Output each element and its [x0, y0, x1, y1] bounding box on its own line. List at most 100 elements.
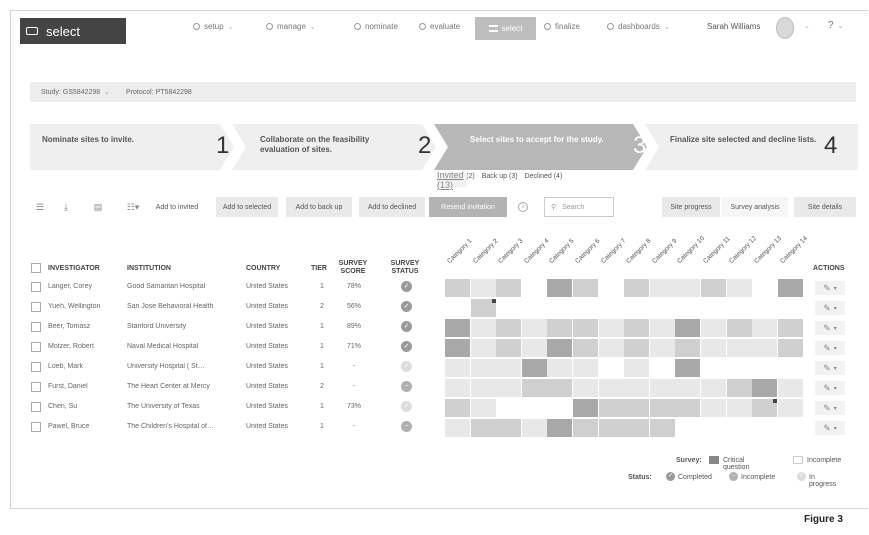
- row-checkbox[interactable]: [31, 382, 41, 392]
- investigator-name[interactable]: Motzer, Robert: [48, 343, 126, 350]
- survey-cell[interactable]: [624, 419, 650, 437]
- survey-cell[interactable]: [445, 379, 470, 397]
- tab-declined[interactable]: Declined (4): [525, 173, 563, 180]
- survey-cell[interactable]: [598, 339, 624, 357]
- nav-evaluate[interactable]: evaluate: [419, 22, 460, 31]
- survey-cell[interactable]: [573, 299, 598, 317]
- survey-cell[interactable]: [675, 399, 701, 417]
- investigator-name[interactable]: Pawel, Bruce: [48, 423, 126, 430]
- survey-cell[interactable]: [624, 379, 650, 397]
- survey-cell[interactable]: [624, 339, 650, 357]
- survey-cell[interactable]: [470, 299, 496, 317]
- survey-cell[interactable]: [701, 319, 726, 337]
- survey-cell[interactable]: [598, 299, 624, 317]
- survey-cell[interactable]: [521, 359, 547, 377]
- row-checkbox[interactable]: [31, 342, 41, 352]
- survey-cell[interactable]: [470, 419, 496, 437]
- survey-cell[interactable]: [573, 379, 598, 397]
- investigator-name[interactable]: Chen, Su: [48, 403, 126, 410]
- survey-cell[interactable]: [726, 379, 752, 397]
- survey-cell[interactable]: [726, 319, 752, 337]
- survey-cell[interactable]: [573, 399, 598, 417]
- row-actions-button[interactable]: ✎ ▾: [815, 381, 845, 395]
- nav-select[interactable]: select: [475, 17, 536, 40]
- survey-cell[interactable]: [521, 379, 547, 397]
- survey-cell[interactable]: [777, 419, 803, 437]
- survey-cell[interactable]: [675, 279, 701, 297]
- user-menu[interactable]: Sarah Williams: [707, 22, 760, 31]
- survey-cell[interactable]: [649, 399, 675, 417]
- survey-cell[interactable]: [675, 299, 701, 317]
- investigator-name[interactable]: Langer, Corey: [48, 283, 126, 290]
- survey-cell[interactable]: [675, 379, 701, 397]
- survey-cell[interactable]: [496, 379, 522, 397]
- survey-cell[interactable]: [649, 299, 675, 317]
- row-checkbox[interactable]: [31, 362, 41, 372]
- survey-cell[interactable]: [598, 279, 624, 297]
- survey-cell[interactable]: [624, 319, 650, 337]
- investigator-name[interactable]: Beer, Tomasz: [48, 323, 126, 330]
- survey-cell[interactable]: [701, 359, 726, 377]
- nav-finalize[interactable]: finalize: [544, 22, 580, 31]
- survey-cell[interactable]: [496, 419, 522, 437]
- resend-invitation-button[interactable]: Resend invitation: [429, 197, 507, 217]
- add-to-selected-button[interactable]: Add to selected: [216, 197, 278, 217]
- app-logo[interactable]: select: [20, 18, 126, 44]
- survey-cell[interactable]: [598, 399, 624, 417]
- survey-cell[interactable]: [547, 419, 573, 437]
- nav-nominate[interactable]: nominate: [354, 22, 398, 31]
- survey-cell[interactable]: [675, 419, 701, 437]
- survey-cell[interactable]: [726, 359, 752, 377]
- survey-analysis-button[interactable]: Survey analysis: [722, 197, 788, 217]
- survey-cell[interactable]: [470, 379, 496, 397]
- investigator-name[interactable]: Yueh, Wellington: [48, 303, 126, 310]
- survey-cell[interactable]: [496, 339, 522, 357]
- survey-cell[interactable]: [752, 319, 778, 337]
- survey-cell[interactable]: [726, 399, 752, 417]
- survey-cell[interactable]: [701, 399, 726, 417]
- chevron-down-icon[interactable]: ⌄: [104, 88, 110, 96]
- survey-cell[interactable]: [752, 359, 778, 377]
- help-menu[interactable]: ? ⌄: [828, 20, 843, 31]
- info-icon[interactable]: i: [518, 202, 528, 212]
- survey-cell[interactable]: [752, 279, 778, 297]
- survey-cell[interactable]: [573, 279, 598, 297]
- survey-cell[interactable]: [701, 299, 726, 317]
- survey-cell[interactable]: [752, 299, 778, 317]
- survey-cell[interactable]: [496, 279, 522, 297]
- survey-cell[interactable]: [470, 339, 496, 357]
- row-checkbox[interactable]: [31, 282, 41, 292]
- row-actions-button[interactable]: ✎ ▾: [815, 421, 845, 435]
- survey-cell[interactable]: [726, 339, 752, 357]
- survey-cell[interactable]: [624, 299, 650, 317]
- survey-cell[interactable]: [445, 419, 470, 437]
- avatar[interactable]: [776, 17, 794, 39]
- survey-cell[interactable]: [521, 339, 547, 357]
- site-progress-button[interactable]: Site progress: [662, 197, 720, 217]
- survey-cell[interactable]: [777, 399, 803, 417]
- survey-cell[interactable]: [573, 339, 598, 357]
- nav-dashboards[interactable]: dashboards ⌄: [607, 22, 670, 31]
- survey-cell[interactable]: [598, 359, 624, 377]
- investigator-name[interactable]: Loeb, Mark: [48, 363, 126, 370]
- survey-cell[interactable]: [573, 319, 598, 337]
- survey-cell[interactable]: [496, 359, 522, 377]
- survey-cell[interactable]: [777, 279, 803, 297]
- document-icon[interactable]: ▤: [91, 200, 105, 214]
- survey-cell[interactable]: [521, 419, 547, 437]
- survey-cell[interactable]: [675, 359, 701, 377]
- row-checkbox[interactable]: [31, 422, 41, 432]
- survey-cell[interactable]: [675, 319, 701, 337]
- row-checkbox[interactable]: [31, 322, 41, 332]
- nav-manage[interactable]: manage ⌄: [266, 22, 316, 31]
- survey-cell[interactable]: [521, 399, 547, 417]
- survey-cell[interactable]: [649, 359, 675, 377]
- site-details-button[interactable]: Site details: [794, 197, 856, 217]
- survey-cell[interactable]: [649, 319, 675, 337]
- survey-cell[interactable]: [470, 319, 496, 337]
- survey-cell[interactable]: [752, 379, 778, 397]
- survey-cell[interactable]: [777, 359, 803, 377]
- survey-cell[interactable]: [547, 339, 573, 357]
- survey-cell[interactable]: [445, 279, 470, 297]
- survey-cell[interactable]: [701, 279, 726, 297]
